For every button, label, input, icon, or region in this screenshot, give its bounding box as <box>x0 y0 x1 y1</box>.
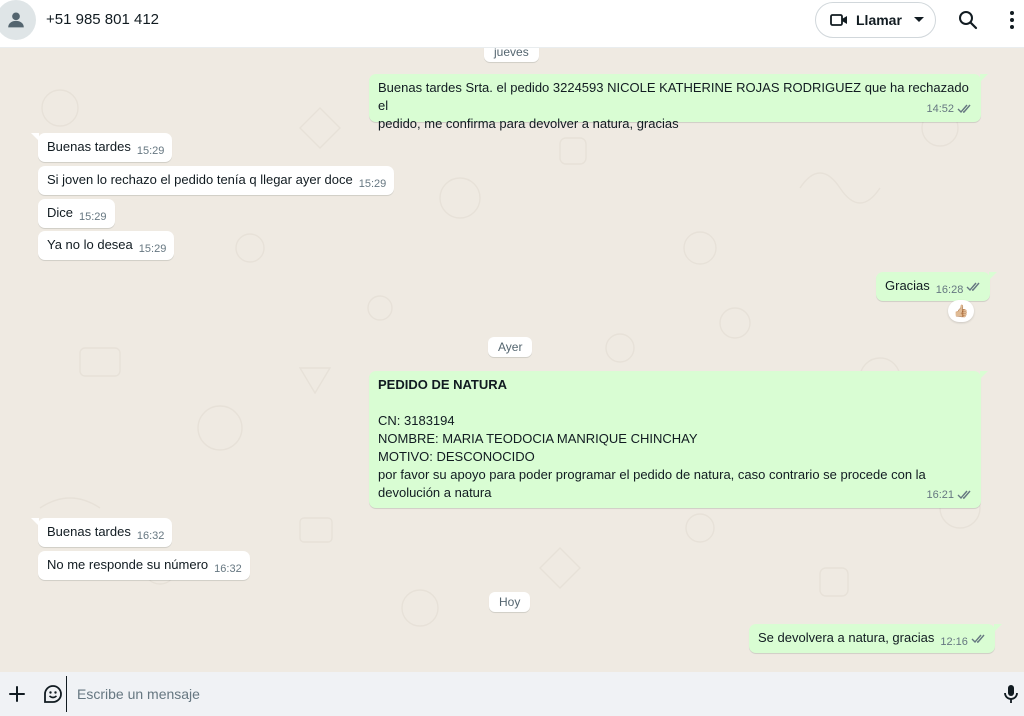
voice-message-button[interactable] <box>1000 683 1022 705</box>
contact-avatar[interactable] <box>0 0 36 40</box>
message-outgoing[interactable]: Gracias 16:28 <box>876 272 998 301</box>
search-icon <box>959 11 978 30</box>
message-incoming[interactable]: Buenas tardes 15:29 <box>30 133 173 162</box>
message-time: 15:29 <box>358 178 387 190</box>
message-time: 14:52 <box>926 103 954 115</box>
message-text: Se devolvera a natura, gracias <box>758 630 935 645</box>
message-text: Buenas tardes <box>47 524 131 539</box>
message-text: MOTIVO: DESCONOCIDO <box>378 449 535 464</box>
message-time: 15:29 <box>138 243 167 255</box>
message-title: PEDIDO DE NATURA <box>378 377 508 392</box>
sticker-button[interactable] <box>42 683 64 705</box>
message-text: devolución a natura <box>378 485 492 500</box>
message-outgoing[interactable]: Buenas tardes Srta. el pedido 3224593 NI… <box>369 74 988 131</box>
call-button-label: Llamar <box>856 12 902 28</box>
message-text: Dice <box>47 205 74 220</box>
message-time: 15:29 <box>136 145 165 157</box>
double-check-icon <box>957 490 971 500</box>
chat-header: +51 985 801 412 Llamar <box>0 0 1024 48</box>
message-outgoing[interactable]: Se devolvera a natura, gracias 12:16 <box>749 624 1002 653</box>
message-time: 16:32 <box>136 530 165 542</box>
message-text: CN: 3183194 <box>378 413 455 428</box>
message-incoming[interactable]: Si joven lo rechazo el pedido tenía q ll… <box>38 166 395 195</box>
sticker-icon <box>44 685 62 703</box>
date-separator: Ayer <box>488 337 533 357</box>
attach-button[interactable] <box>6 683 28 705</box>
date-separator: Hoy <box>489 592 531 612</box>
message-text: Buenas tardes Srta. el pedido 3224593 NI… <box>378 80 969 113</box>
message-reaction[interactable]: 👍🏼 <box>948 300 974 322</box>
kebab-menu-icon <box>1010 11 1014 29</box>
message-text: Si joven lo rechazo el pedido tenía q ll… <box>47 172 353 187</box>
chat-panel[interactable]: jueves Buenas tardes Srta. el pedido 322… <box>0 48 1024 672</box>
message-time: 16:28 <box>935 284 964 296</box>
microphone-icon <box>1004 685 1018 703</box>
call-button[interactable]: Llamar <box>815 2 936 38</box>
message-text: Ya no lo desea <box>47 237 133 252</box>
double-check-icon <box>957 104 971 114</box>
message-time: 15:29 <box>79 211 107 223</box>
message-composer <box>0 672 1024 716</box>
contact-name[interactable]: +51 985 801 412 <box>46 11 159 28</box>
user-avatar-icon <box>8 12 24 28</box>
message-time: 16:32 <box>214 563 242 575</box>
video-camera-icon <box>830 14 847 26</box>
menu-button[interactable] <box>1000 8 1024 32</box>
message-text: No me responde su número <box>47 557 209 572</box>
message-outgoing[interactable]: PEDIDO DE NATURA CN: 3183194 NOMBRE: MAR… <box>369 371 988 508</box>
message-incoming[interactable]: Dice 15:29 <box>38 199 115 228</box>
search-button[interactable] <box>956 8 980 32</box>
message-time: 12:16 <box>940 636 968 648</box>
message-text: Buenas tardes <box>47 139 131 154</box>
caret-down-icon <box>913 17 924 22</box>
message-text: Gracias <box>885 278 930 293</box>
double-check-icon <box>971 634 985 644</box>
date-separator: jueves <box>484 48 539 62</box>
message-incoming[interactable]: Buenas tardes 16:32 <box>30 518 173 547</box>
message-incoming[interactable]: Ya no lo desea 15:29 <box>38 231 175 260</box>
message-time: 16:21 <box>926 489 954 501</box>
double-check-icon <box>966 282 980 292</box>
message-text: pedido, me confirma para devolver a natu… <box>378 116 679 131</box>
message-incoming[interactable]: No me responde su número 16:32 <box>38 551 250 580</box>
message-text: por favor su apoyo para poder programar … <box>378 467 926 482</box>
plus-icon <box>9 686 25 702</box>
message-input[interactable] <box>66 676 982 712</box>
message-text: NOMBRE: MARIA TEODOCIA MANRIQUE CHINCHAY <box>378 431 698 446</box>
